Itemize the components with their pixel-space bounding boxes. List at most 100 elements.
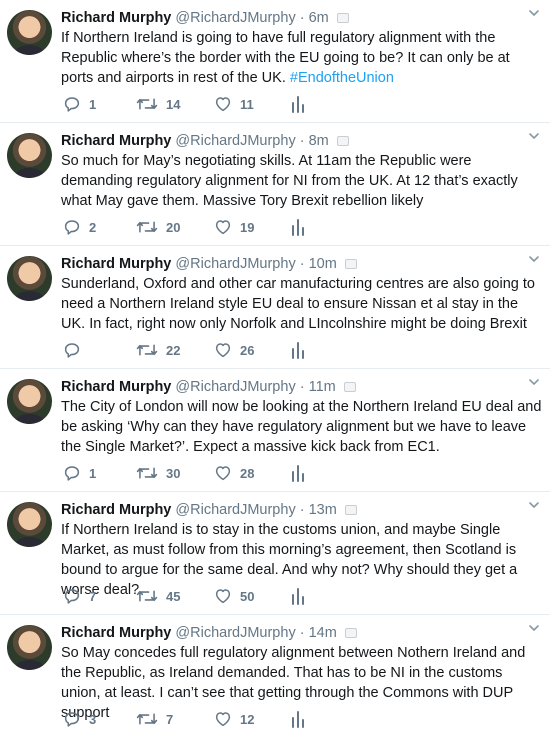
author-name[interactable]: Richard Murphy (61, 379, 171, 395)
tweet-header: Richard Murphy @RichardJMurphy · 8m (61, 131, 530, 151)
analytics-button[interactable] (291, 709, 305, 729)
analytics-icon (292, 96, 304, 113)
like-button[interactable]: 11 (214, 94, 254, 114)
author-handle[interactable]: @RichardJMurphy (175, 256, 295, 272)
timestamp[interactable]: 10m (309, 256, 337, 272)
author-handle[interactable]: @RichardJMurphy (175, 10, 295, 26)
heart-icon (215, 343, 231, 358)
retweet-icon (136, 221, 158, 233)
chevron-down-icon[interactable] (526, 5, 542, 21)
timestamp[interactable]: 6m (309, 10, 329, 26)
like-count: 19 (240, 219, 255, 235)
like-button[interactable]: 19 (214, 217, 254, 237)
hashtag-link[interactable]: #EndoftheUnion (290, 70, 394, 86)
separator-dot: · (299, 379, 305, 395)
avatar[interactable] (7, 625, 52, 670)
author-handle[interactable]: @RichardJMurphy (175, 379, 295, 395)
retweet-icon (136, 98, 158, 110)
tweet[interactable]: Richard Murphy @RichardJMurphy · 8m So m… (0, 123, 550, 246)
separator-dot: · (299, 625, 305, 641)
timestamp[interactable]: 14m (309, 625, 337, 641)
analytics-icon (292, 588, 304, 605)
reply-button[interactable]: 1 (63, 463, 96, 483)
author-handle[interactable]: @RichardJMurphy (175, 133, 295, 149)
heart-icon (215, 466, 231, 481)
tweet[interactable]: Richard Murphy @RichardJMurphy · 14m So … (0, 615, 550, 738)
timestamp[interactable]: 8m (309, 133, 329, 149)
tweet[interactable]: Richard Murphy @RichardJMurphy · 11m The… (0, 369, 550, 492)
tweet[interactable]: Richard Murphy @RichardJMurphy · 6m If N… (0, 0, 550, 123)
avatar[interactable] (7, 133, 52, 178)
avatar[interactable] (7, 502, 52, 547)
reply-button[interactable]: 2 (63, 217, 96, 237)
like-button[interactable]: 50 (214, 586, 254, 606)
like-button[interactable]: 12 (214, 709, 254, 729)
author-handle[interactable]: @RichardJMurphy (175, 502, 295, 518)
tweet-body: So much for May’s negotiating skills. At… (61, 153, 518, 209)
reply-icon (64, 220, 80, 235)
avatar[interactable] (7, 256, 52, 301)
retweet-count: 22 (166, 342, 181, 358)
tweet-header: Richard Murphy @RichardJMurphy · 10m (61, 254, 530, 274)
retweet-icon (136, 344, 158, 356)
like-button[interactable]: 26 (214, 340, 254, 360)
retweet-button[interactable]: 7 (136, 709, 173, 729)
like-count: 12 (240, 711, 255, 727)
reply-count: 1 (89, 96, 97, 112)
retweet-button[interactable]: 20 (136, 217, 180, 237)
heart-icon (215, 712, 231, 727)
analytics-button[interactable] (291, 217, 305, 237)
avatar[interactable] (7, 379, 52, 424)
analytics-button[interactable] (291, 340, 305, 360)
tweet-actions: 22 26 (61, 340, 521, 360)
retweet-button[interactable]: 14 (136, 94, 180, 114)
tweet-body: Sunderland, Oxford and other car manufac… (61, 276, 535, 332)
retweet-count: 45 (166, 588, 181, 604)
reply-icon (64, 97, 80, 112)
reply-count: 7 (89, 588, 97, 604)
heart-icon (215, 220, 231, 235)
tweet-actions: 1 30 28 (61, 463, 521, 483)
analytics-button[interactable] (291, 94, 305, 114)
chevron-down-icon[interactable] (526, 497, 542, 513)
reply-count: 3 (89, 711, 97, 727)
reply-button[interactable] (63, 340, 89, 360)
tweet-text: The City of London will now be looking a… (61, 397, 543, 457)
retweet-button[interactable]: 30 (136, 463, 180, 483)
tweet-header: Richard Murphy @RichardJMurphy · 13m (61, 500, 530, 520)
tweet-actions: 2 20 19 (61, 217, 521, 237)
like-count: 26 (240, 342, 255, 358)
timestamp[interactable]: 13m (309, 502, 337, 518)
author-name[interactable]: Richard Murphy (61, 10, 171, 26)
tweet-actions: 1 14 11 (61, 94, 521, 114)
reply-button[interactable]: 7 (63, 586, 96, 606)
retweet-button[interactable]: 45 (136, 586, 180, 606)
chevron-down-icon[interactable] (526, 251, 542, 267)
heart-icon (215, 97, 231, 112)
reply-count: 1 (89, 465, 97, 481)
author-name[interactable]: Richard Murphy (61, 133, 171, 149)
tweet-header: Richard Murphy @RichardJMurphy · 6m (61, 8, 530, 28)
reply-button[interactable]: 3 (63, 709, 96, 729)
like-button[interactable]: 28 (214, 463, 254, 483)
tweet[interactable]: Richard Murphy @RichardJMurphy · 13m If … (0, 492, 550, 615)
analytics-icon (292, 342, 304, 359)
analytics-button[interactable] (291, 463, 305, 483)
retweet-button[interactable]: 22 (136, 340, 180, 360)
author-handle[interactable]: @RichardJMurphy (175, 625, 295, 641)
author-name[interactable]: Richard Murphy (61, 625, 171, 641)
avatar[interactable] (7, 10, 52, 55)
analytics-button[interactable] (291, 586, 305, 606)
image-attachment-icon (344, 505, 357, 515)
tweet[interactable]: Richard Murphy @RichardJMurphy · 10m Sun… (0, 246, 550, 369)
reply-button[interactable]: 1 (63, 94, 96, 114)
chevron-down-icon[interactable] (526, 620, 542, 636)
retweet-count: 20 (166, 219, 181, 235)
separator-dot: · (299, 256, 305, 272)
chevron-down-icon[interactable] (526, 374, 542, 390)
chevron-down-icon[interactable] (526, 128, 542, 144)
like-count: 50 (240, 588, 255, 604)
author-name[interactable]: Richard Murphy (61, 502, 171, 518)
timestamp[interactable]: 11m (309, 379, 336, 395)
author-name[interactable]: Richard Murphy (61, 256, 171, 272)
